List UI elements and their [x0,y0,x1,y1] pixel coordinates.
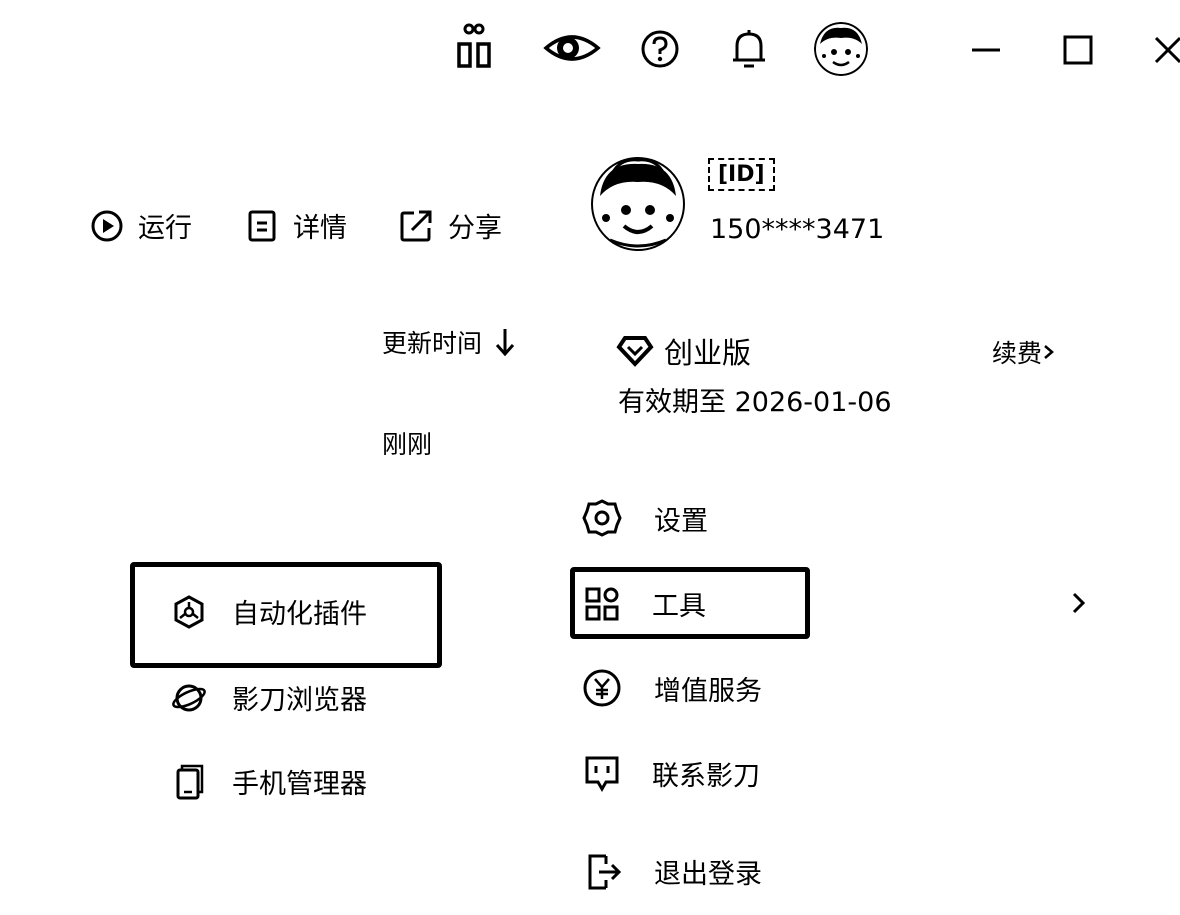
renew-link[interactable]: 续费 [992,334,1056,370]
browser-icon [172,680,206,716]
profile-avatar[interactable] [590,156,686,252]
plan-info: 创业版 [616,330,751,372]
renew-label: 续费 [992,339,1043,368]
plugin-item-automation[interactable]: 自动化插件 [172,592,367,631]
maximize-icon[interactable] [1062,34,1094,66]
apps-icon [584,586,620,622]
share-button[interactable]: 分享 [398,206,502,245]
help-icon[interactable] [640,29,680,69]
settings-label: 设置 [654,505,708,537]
contact-label: 联系影刀 [652,761,760,792]
plugin-item-browser[interactable]: 影刀浏览器 [172,678,367,717]
gift-icon[interactable] [452,22,496,72]
chevron-right-icon [1042,342,1056,362]
diamond-icon [616,335,654,367]
sort-by-update-time[interactable]: 更新时间 [382,324,516,360]
plugin-label: 自动化插件 [232,599,367,630]
detail-button[interactable]: 详情 [245,206,347,245]
play-icon [90,209,124,243]
plan-expiry: 有效期至 2026-01-06 [618,387,892,418]
browser-label: 影刀浏览器 [232,685,367,716]
sort-label: 更新时间 [382,329,483,358]
updated-time: 刚刚 [382,430,433,459]
yen-icon [582,668,622,708]
menu-item-settings[interactable]: 设置 [582,498,708,538]
username: [ID] [708,158,775,191]
menu-item-contact[interactable]: 联系影刀 [584,754,760,793]
submenu-chevron-icon[interactable] [1070,590,1088,616]
plugin-icon [172,594,206,630]
arrow-down-icon [494,327,516,357]
eye-icon[interactable] [542,26,602,70]
phone-number: 150****3471 [710,214,885,245]
run-button[interactable]: 运行 [90,206,192,245]
logout-label: 退出登录 [654,859,762,890]
menu-item-tools[interactable]: 工具 [584,584,706,623]
close-icon[interactable] [1152,34,1180,66]
app-window: 运行 详情 分享 更新时间 刚刚 自动化插件 影刀浏览器 手机管理器 [ID] … [0,0,1180,915]
menu-item-value-added-services[interactable]: 增值服务 [582,668,762,708]
value-added-services-label: 增值服务 [654,675,762,707]
document-icon [245,209,279,243]
tools-label: 工具 [652,591,706,622]
detail-label: 详情 [293,213,347,244]
avatar[interactable] [814,22,868,76]
run-label: 运行 [138,213,192,244]
share-label: 分享 [448,213,502,244]
minimize-icon[interactable] [970,38,1002,62]
settings-icon [582,498,622,538]
bell-icon[interactable] [728,26,770,72]
plugin-item-phone-manager[interactable]: 手机管理器 [172,762,367,801]
logout-icon [586,853,622,891]
phone-icon [172,764,206,800]
phone-manager-label: 手机管理器 [232,769,367,800]
chat-icon [584,755,620,793]
share-icon [398,208,434,244]
username-text: [ID] [708,158,775,191]
menu-item-logout[interactable]: 退出登录 [586,852,762,891]
plan-name: 创业版 [664,336,752,370]
